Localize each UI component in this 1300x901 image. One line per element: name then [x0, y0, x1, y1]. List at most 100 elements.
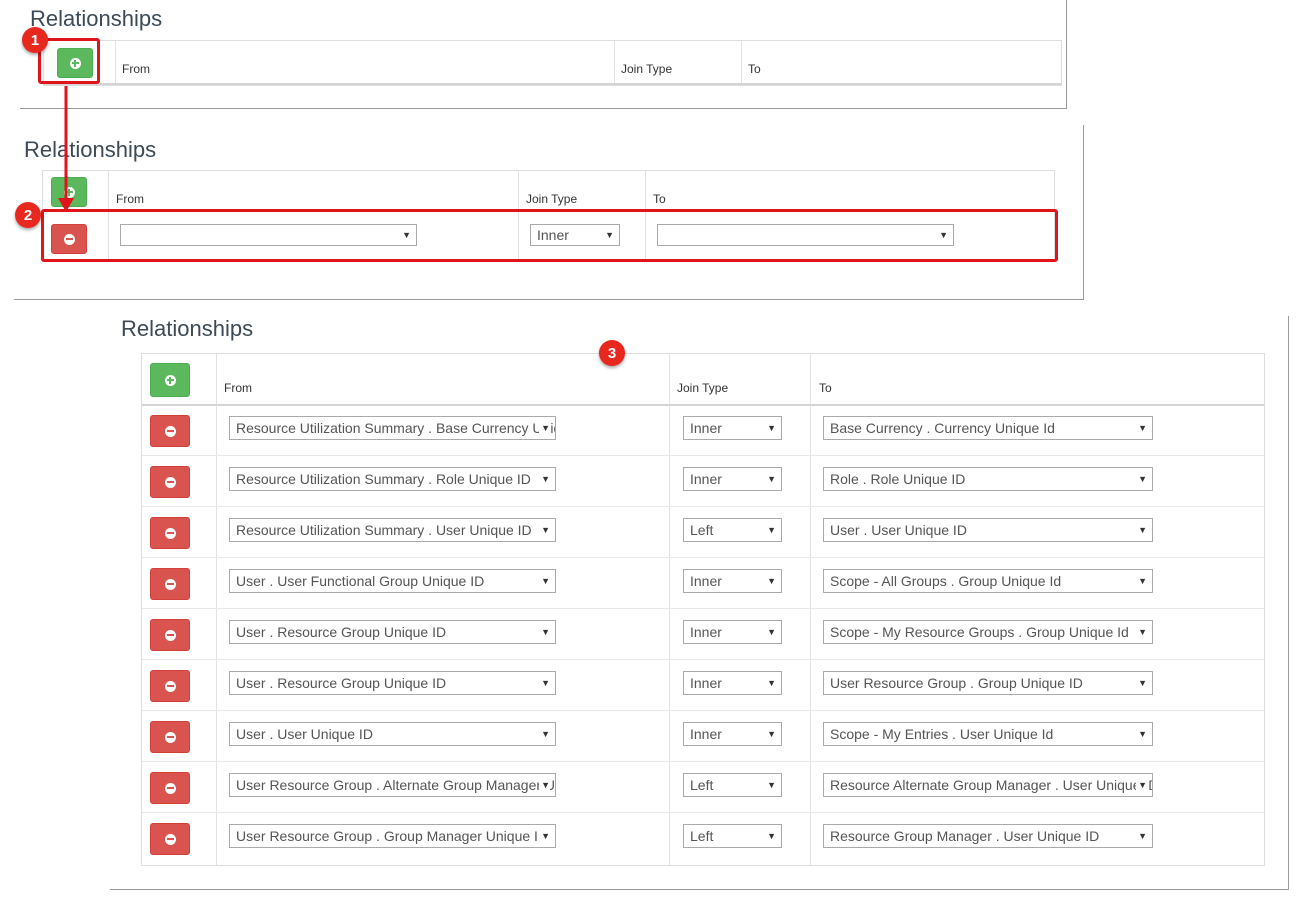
remove-relationship-button[interactable] [150, 619, 190, 651]
table-row: User . Resource Group Unique ID ▼ Inner ▼ Sc… [142, 609, 1264, 660]
to-select[interactable]: Scope - My Resource Groups . Group Uniqu… [823, 620, 1153, 644]
selected-value: User . User Functional Group Unique ID [236, 573, 485, 589]
selected-value: Inner [690, 573, 722, 589]
selected-value: Left [690, 777, 714, 793]
selected-value: User . User Unique ID [236, 726, 373, 742]
to-select[interactable]: Base Currency . Currency Unique Id ▼ [823, 416, 1153, 440]
panel-title: Relationships [121, 316, 254, 341]
from-select[interactable]: Resource Utilization Summary . Base Curr… [229, 416, 556, 440]
join-type-select[interactable]: Inner ▼ [683, 467, 782, 491]
caret-down-icon: ▼ [1136, 825, 1147, 847]
remove-relationship-button[interactable] [150, 721, 190, 753]
selected-value: User . Resource Group Unique ID [236, 624, 447, 640]
caret-down-icon: ▼ [539, 570, 550, 592]
caret-down-icon: ▼ [1136, 774, 1147, 796]
remove-relationship-button[interactable] [150, 517, 190, 549]
highlight-box-add-button [38, 38, 100, 84]
minus-circle-icon [164, 680, 176, 692]
remove-relationship-button[interactable] [150, 568, 190, 600]
caret-down-icon: ▼ [765, 723, 776, 745]
caret-down-icon: ▼ [765, 417, 776, 439]
to-select[interactable]: Resource Alternate Group Manager . User … [823, 773, 1153, 797]
selected-value: Inner [690, 675, 722, 691]
selected-value: Inner [690, 624, 722, 640]
to-select[interactable]: Scope - All Groups . Group Unique Id ▼ [823, 569, 1153, 593]
from-select[interactable]: User Resource Group . Group Manager Uniq… [229, 824, 556, 848]
table-row: Resource Utilization Summary . Base Curr… [142, 405, 1264, 456]
selected-value: Scope - My Resource Groups . Group Uniqu… [830, 624, 1129, 640]
column-header-to: To [748, 62, 761, 76]
join-type-select[interactable]: Inner ▼ [683, 671, 782, 695]
to-select[interactable]: User . User Unique ID ▼ [823, 518, 1153, 542]
from-select[interactable]: User . Resource Group Unique ID ▼ [229, 671, 556, 695]
caret-down-icon: ▼ [539, 723, 550, 745]
join-type-select[interactable]: Left ▼ [683, 518, 782, 542]
minus-circle-icon [164, 629, 176, 641]
caret-down-icon: ▼ [539, 621, 550, 643]
caret-down-icon: ▼ [1136, 519, 1147, 541]
table-row: User Resource Group . Alternate Group Ma… [142, 762, 1264, 813]
join-type-select[interactable]: Inner ▼ [683, 569, 782, 593]
minus-circle-icon [164, 833, 176, 845]
plus-circle-icon [164, 374, 176, 386]
caret-down-icon: ▼ [539, 825, 550, 847]
to-select[interactable]: Role . Role Unique ID ▼ [823, 467, 1153, 491]
join-type-select[interactable]: Inner ▼ [683, 722, 782, 746]
selected-value: User Resource Group . Group Unique ID [830, 675, 1083, 691]
remove-relationship-button[interactable] [150, 670, 190, 702]
selected-value: Inner [690, 726, 722, 742]
callout-badge-2: 2 [15, 202, 41, 228]
minus-circle-icon [164, 578, 176, 590]
caret-down-icon: ▼ [765, 774, 776, 796]
to-select[interactable]: Scope - My Entries . User Unique Id ▼ [823, 722, 1153, 746]
remove-relationship-button[interactable] [150, 466, 190, 498]
from-select[interactable]: User Resource Group . Alternate Group Ma… [229, 773, 556, 797]
join-type-select[interactable]: Inner ▼ [683, 620, 782, 644]
column-header-to: To [653, 192, 666, 206]
table-row: User . Resource Group Unique ID ▼ Inner ▼ Us… [142, 660, 1264, 711]
selected-value: Resource Utilization Summary . User Uniq… [236, 522, 532, 538]
from-select[interactable]: Resource Utilization Summary . Role Uniq… [229, 467, 556, 491]
caret-down-icon: ▼ [1136, 723, 1147, 745]
table-row: User Resource Group . Group Manager Uniq… [142, 813, 1264, 864]
selected-value: Resource Alternate Group Manager . User … [830, 777, 1153, 793]
from-select[interactable]: User . User Unique ID ▼ [229, 722, 556, 746]
join-type-select[interactable]: Left ▼ [683, 824, 782, 848]
caret-down-icon: ▼ [765, 621, 776, 643]
callout-badge-3: 3 [599, 340, 625, 366]
add-relationship-button[interactable] [150, 363, 190, 397]
selected-value: Inner [690, 420, 722, 436]
table-row: User . User Unique ID ▼ Inner ▼ Scope - My E… [142, 711, 1264, 762]
to-select[interactable]: Resource Group Manager . User Unique ID ▼ [823, 824, 1153, 848]
panel-title: Relationships [30, 6, 163, 31]
caret-down-icon: ▼ [1136, 468, 1147, 490]
table-row: Resource Utilization Summary . User Uniq… [142, 507, 1264, 558]
minus-circle-icon [164, 425, 176, 437]
join-type-select[interactable]: Inner ▼ [683, 416, 782, 440]
minus-circle-icon [164, 782, 176, 794]
column-header-from: From [122, 62, 150, 76]
remove-relationship-button[interactable] [150, 415, 190, 447]
caret-down-icon: ▼ [765, 468, 776, 490]
selected-value: User Resource Group . Alternate Group Ma… [236, 777, 555, 793]
to-select[interactable]: User Resource Group . Group Unique ID ▼ [823, 671, 1153, 695]
relationships-panel-3: Relationships From Join Type To Resource… [110, 316, 1289, 890]
caret-down-icon: ▼ [539, 468, 550, 490]
remove-relationship-button[interactable] [150, 823, 190, 855]
selected-value: User . Resource Group Unique ID [236, 675, 447, 691]
from-select[interactable]: User . User Functional Group Unique ID ▼ [229, 569, 556, 593]
caret-down-icon: ▼ [539, 417, 550, 439]
add-relationship-button[interactable] [51, 177, 87, 207]
from-select[interactable]: User . Resource Group Unique ID ▼ [229, 620, 556, 644]
relationships-panel-1: Relationships From Join Type To [20, 0, 1067, 109]
remove-relationship-button[interactable] [150, 772, 190, 804]
selected-value: Resource Utilization Summary . Base Curr… [236, 420, 555, 436]
selected-value: User Resource Group . Group Manager Uniq… [236, 828, 549, 844]
caret-down-icon: ▼ [539, 774, 550, 796]
selected-value: Role . Role Unique ID [830, 471, 966, 487]
selected-value: Scope - My Entries . User Unique Id [830, 726, 1054, 742]
join-type-select[interactable]: Left ▼ [683, 773, 782, 797]
selected-value: Base Currency . Currency Unique Id [830, 420, 1055, 436]
caret-down-icon: ▼ [1136, 570, 1147, 592]
from-select[interactable]: Resource Utilization Summary . User Uniq… [229, 518, 556, 542]
